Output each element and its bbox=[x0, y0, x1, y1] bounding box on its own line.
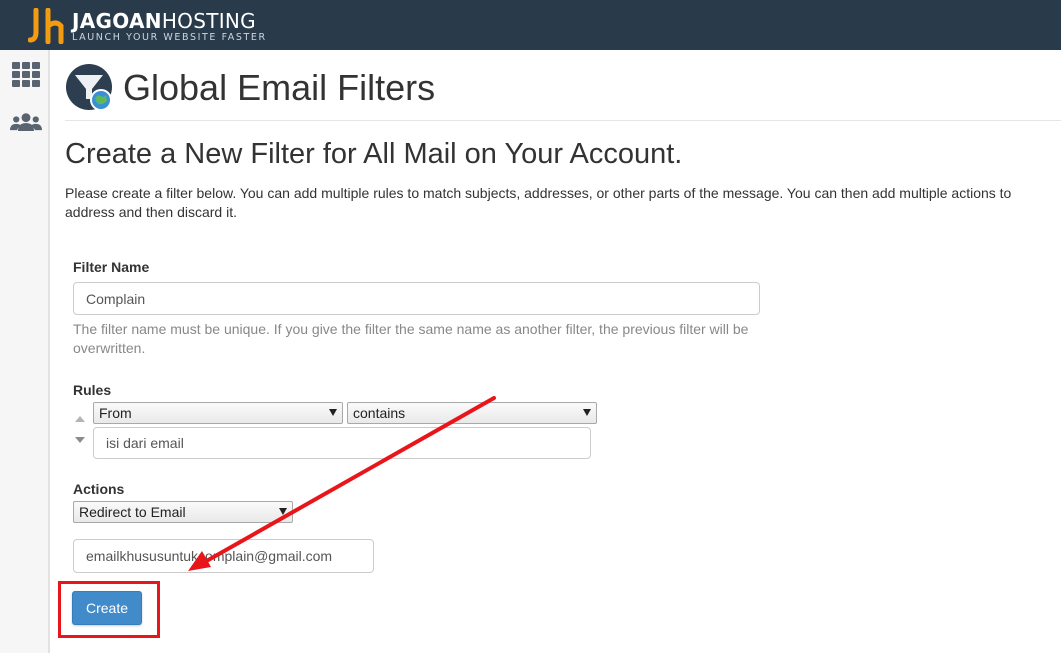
jh-logo-icon bbox=[28, 8, 64, 44]
brand-tagline: LAUNCH YOUR WEBSITE FASTER bbox=[72, 31, 267, 43]
page-header: Global Email Filters bbox=[65, 62, 435, 114]
filter-name-label: Filter Name bbox=[73, 259, 150, 275]
move-rule-down-icon[interactable] bbox=[75, 437, 85, 443]
page-title: Global Email Filters bbox=[123, 67, 436, 108]
rules-label: Rules bbox=[73, 382, 112, 398]
page-description: Please create a filter below. You can ad… bbox=[65, 185, 1012, 220]
apps-grid-icon[interactable] bbox=[10, 60, 42, 90]
rule-field-select[interactable]: From bbox=[93, 402, 343, 424]
brand-name-regular: HOSTING bbox=[161, 8, 256, 33]
rule-field-value: From bbox=[99, 405, 132, 421]
actions-label: Actions bbox=[73, 481, 125, 497]
rule-operator-select[interactable]: contains bbox=[347, 402, 597, 424]
action-select[interactable]: Redirect to Email bbox=[73, 501, 293, 523]
header-divider bbox=[65, 120, 1061, 121]
move-rule-up-icon[interactable] bbox=[75, 416, 85, 422]
rule-value-input[interactable]: isi dari email bbox=[93, 427, 591, 459]
annotation-highlight-box bbox=[58, 581, 160, 638]
filter-name-help: The filter name must be unique. If you g… bbox=[73, 321, 749, 356]
chevron-down-icon bbox=[279, 508, 287, 515]
filter-name-input[interactable]: Complain bbox=[73, 282, 760, 315]
users-icon[interactable] bbox=[10, 108, 42, 138]
rule-operator-value: contains bbox=[353, 405, 406, 421]
sidebar bbox=[0, 50, 50, 653]
top-bar: JAGOANHOSTING LAUNCH YOUR WEBSITE FASTER bbox=[0, 0, 1061, 50]
chevron-down-icon bbox=[583, 409, 591, 416]
main-content: Global Email Filters Create a New Filter… bbox=[50, 50, 1061, 653]
brand-logo[interactable]: JAGOANHOSTING LAUNCH YOUR WEBSITE FASTER bbox=[28, 7, 267, 45]
page-subtitle: Create a New Filter for All Mail on Your… bbox=[65, 138, 683, 170]
redirect-email-input[interactable]: emailkhususuntukcomplain@gmail.com bbox=[73, 539, 374, 573]
action-select-value: Redirect to Email bbox=[79, 504, 186, 520]
global-filter-icon bbox=[66, 64, 112, 111]
chevron-down-icon bbox=[329, 409, 337, 416]
brand-name-bold: JAGOAN bbox=[72, 8, 162, 33]
